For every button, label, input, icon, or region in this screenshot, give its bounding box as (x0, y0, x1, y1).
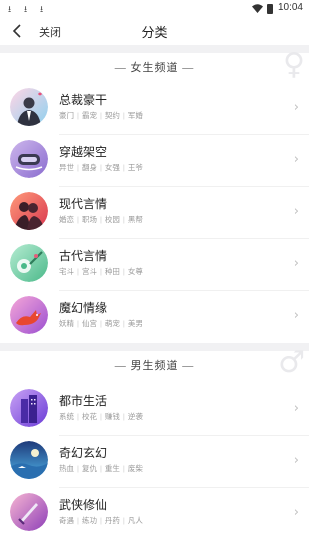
tag: 废柴 (127, 464, 143, 473)
title-bar: 关闭 分类 (0, 18, 309, 45)
time-travel-icon (10, 140, 48, 178)
tag: 婚恋 (59, 215, 74, 224)
tag: 契约 (104, 111, 120, 120)
tag: 种田 (104, 267, 120, 276)
tag: 异世 (59, 163, 74, 172)
battery-icon (267, 4, 273, 14)
category-row-ceo[interactable]: 总裁豪干 豪门 | 霸宠 | 契约 | 军婚 › (0, 83, 309, 135)
tag: 黑帮 (127, 215, 143, 224)
category-name: 奇幻玄幻 (59, 446, 108, 460)
section-header-female: ♀ — 女生频道 — (0, 47, 309, 82)
category-tags: 系统 | 校花 | 赚钱 | 逆袭 (59, 412, 143, 421)
tag: 重生 (104, 464, 120, 473)
tag: 丹药 (104, 516, 120, 525)
chevron-right-icon: › (293, 505, 299, 520)
tag: 宅斗 (59, 267, 74, 276)
category-tags: 妖精 | 仙宫 | 萌宠 | 美男 (59, 319, 143, 328)
chevron-right-icon: › (293, 100, 299, 115)
section-header-male: ♂ — 男生频道 — (0, 345, 309, 380)
status-time: 10:04 (277, 2, 303, 13)
divider (0, 343, 309, 351)
wifi-icon (252, 4, 263, 13)
category-tags: 热血 | 复仇 | 重生 | 废柴 (59, 464, 143, 473)
tag: 凡人 (127, 516, 143, 525)
tag: 奇遇 (59, 516, 74, 525)
category-row-martial-arts[interactable]: 武侠修仙 奇遇 | 练功 | 丹药 | 凡人 › (0, 488, 309, 540)
tag: 职场 (81, 215, 97, 224)
category-name: 穿越架空 (59, 145, 108, 159)
category-row-city-life[interactable]: 都市生活 系统 | 校花 | 赚钱 | 逆袭 › (0, 384, 309, 436)
tag: 复仇 (81, 464, 97, 473)
category-name: 武侠修仙 (59, 498, 108, 512)
tag: 逆袭 (127, 412, 143, 421)
download-icon: ⭳ (40, 5, 44, 15)
category-tags: 豪门 | 霸宠 | 契约 | 军婚 (59, 111, 143, 120)
tag: 王爷 (127, 163, 143, 172)
tag: 校园 (104, 215, 120, 224)
chevron-right-icon: › (293, 308, 299, 323)
section-title: — 女生频道 — (114, 62, 195, 74)
modern-romance-icon (10, 192, 48, 230)
tag: 军婚 (127, 111, 143, 120)
download-icon: ⭳ (8, 5, 12, 15)
category-tags: 宅斗 | 宫斗 | 种田 | 女尊 (59, 267, 143, 276)
section-title: — 男生频道 — (114, 360, 195, 372)
fantasy-fox-icon (10, 296, 48, 334)
chevron-right-icon: › (293, 256, 299, 271)
tag: 宫斗 (81, 267, 97, 276)
tag: 仙宫 (81, 319, 97, 328)
tag: 练功 (81, 516, 97, 525)
tag: 美男 (127, 319, 143, 328)
status-bar: ⭳ ⭳ ⭳ 10:04 (0, 0, 309, 18)
city-life-icon (10, 389, 48, 427)
category-row-ancient-romance[interactable]: 古代言情 宅斗 | 宫斗 | 种田 | 女尊 › (0, 239, 309, 291)
category-tags: 奇遇 | 练功 | 丹药 | 凡人 (59, 516, 143, 525)
category-name: 古代言情 (59, 249, 108, 263)
chevron-right-icon: › (293, 401, 299, 416)
page-title: 分类 (141, 25, 168, 40)
martial-arts-icon (10, 493, 48, 531)
tag: 热血 (59, 464, 74, 473)
category-row-modern-romance[interactable]: 现代言情 婚恋 | 职场 | 校园 | 黑帮 › (0, 187, 309, 239)
category-name: 现代言情 (59, 197, 108, 211)
chevron-right-icon: › (293, 204, 299, 219)
category-row-fantasy-world[interactable]: 奇幻玄幻 热血 | 复仇 | 重生 | 废柴 › (0, 436, 309, 488)
tag: 霸宠 (81, 111, 97, 120)
chevron-right-icon: › (293, 453, 299, 468)
category-name: 魔幻情缘 (59, 301, 108, 315)
tag: 赚钱 (104, 412, 120, 421)
tag: 女强 (104, 163, 120, 172)
category-row-time-travel[interactable]: 穿越架空 异世 | 翻身 | 女强 | 王爷 › (0, 135, 309, 187)
ceo-avatar-icon (10, 88, 48, 126)
fantasy-world-icon (10, 441, 48, 479)
tag: 系统 (59, 412, 74, 421)
ancient-romance-icon (10, 244, 48, 282)
tag: 校花 (81, 412, 97, 421)
chevron-right-icon: › (293, 152, 299, 167)
divider (0, 45, 309, 53)
category-name: 总裁豪干 (59, 93, 108, 107)
tag: 妖精 (59, 319, 74, 328)
category-row-fantasy-romance[interactable]: 魔幻情缘 妖精 | 仙宫 | 萌宠 | 美男 › (0, 291, 309, 343)
tag: 豪门 (59, 111, 74, 120)
tag: 萌宠 (104, 319, 120, 328)
category-tags: 婚恋 | 职场 | 校园 | 黑帮 (59, 215, 143, 224)
category-tags: 异世 | 翻身 | 女强 | 王爷 (59, 163, 143, 172)
tag: 翻身 (81, 163, 97, 172)
category-name: 都市生活 (59, 394, 108, 408)
tag: 女尊 (127, 267, 143, 276)
download-icon: ⭳ (24, 5, 28, 15)
